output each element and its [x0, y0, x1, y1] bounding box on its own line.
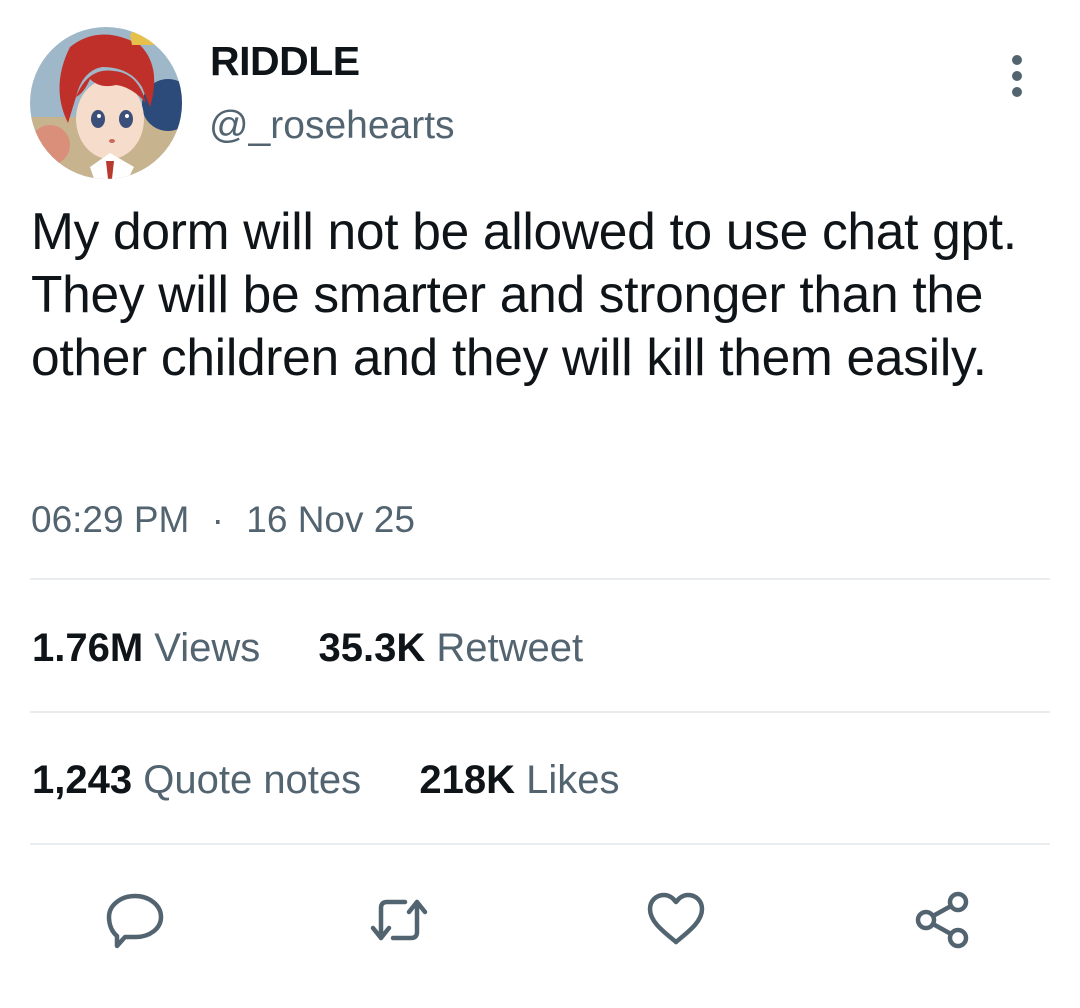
divider	[30, 711, 1050, 713]
views-stat: 1.76M Views	[32, 626, 271, 670]
quotes-label: Quote notes	[143, 758, 362, 802]
retweets-count: 35.3K	[318, 626, 426, 670]
views-count: 1.76M	[32, 626, 144, 670]
timestamp-separator: ·	[211, 499, 224, 540]
likes-count: 218K	[419, 758, 516, 802]
more-options-button[interactable]	[1000, 52, 1034, 100]
like-button[interactable]	[644, 888, 708, 952]
retweets-label: Retweet	[436, 626, 584, 670]
tweet-timestamp[interactable]: 06:29 PM · 16 Nov 25	[31, 499, 415, 541]
tweet-date: 16 Nov 25	[246, 499, 415, 540]
likes-label: Likes	[526, 758, 620, 802]
avatar[interactable]	[30, 27, 182, 179]
divider	[30, 578, 1050, 580]
quotes-stat[interactable]: 1,243 Quote notes	[32, 758, 372, 802]
tweet-time: 06:29 PM	[31, 499, 190, 540]
likes-stat[interactable]: 218K Likes	[419, 758, 619, 802]
avatar-image	[30, 27, 182, 179]
reply-icon	[106, 893, 164, 949]
share-icon	[915, 891, 969, 949]
user-handle[interactable]: @_rosehearts	[209, 104, 455, 148]
retweet-button[interactable]	[367, 888, 431, 952]
reply-button[interactable]	[103, 888, 167, 952]
retweet-icon	[370, 899, 428, 941]
retweets-stat[interactable]: 35.3K Retweet	[319, 626, 584, 670]
display-name[interactable]: RIDDLE	[210, 38, 360, 85]
more-vertical-icon	[1012, 55, 1022, 97]
stats-row-views-retweets: 1.76M Views 35.3K Retweet	[32, 626, 583, 671]
stats-row-quotes-likes: 1,243 Quote notes 218K Likes	[32, 758, 620, 803]
quotes-count: 1,243	[32, 758, 133, 802]
like-icon	[647, 892, 705, 945]
tweet-text: My dorm will not be allowed to use chat …	[31, 202, 1017, 386]
divider	[30, 843, 1050, 845]
views-label: Views	[154, 626, 261, 670]
share-button[interactable]	[910, 888, 974, 952]
